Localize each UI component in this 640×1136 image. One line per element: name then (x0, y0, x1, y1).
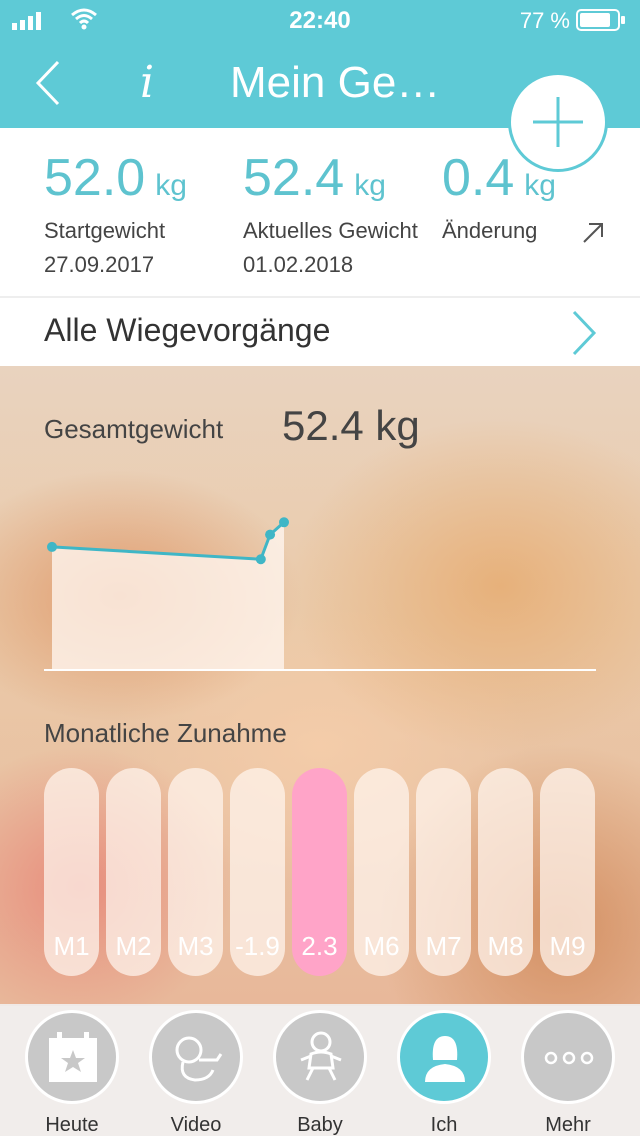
chart-area-fill (52, 522, 284, 670)
month-bar[interactable]: M6 (354, 768, 409, 976)
chart-point (279, 517, 289, 528)
current-weight-date: 01.02.2018 (243, 252, 354, 277)
month-bar-label: M9 (549, 931, 586, 961)
baby-icon (300, 1031, 342, 1081)
tab-heute[interactable]: Heute (24, 1010, 120, 1136)
month-bar-label: -1.9 (235, 931, 280, 961)
month-bar-label: M7 (425, 931, 462, 961)
month-bar-label: 2.3 (301, 931, 338, 961)
tab-heute-circle (25, 1010, 119, 1104)
calendar-icon (49, 1032, 97, 1082)
current-weight: 52.4 kg Aktuelles Gewicht 01.02.2018 (243, 148, 418, 278)
month-bar-label: M1 (53, 931, 90, 961)
tab-bar: Heute Video Baby Ich Mehr (0, 1004, 640, 1136)
weight-chart (44, 517, 596, 671)
tab-video-label: Video (170, 1114, 222, 1136)
start-weight-label: Startgewicht (44, 218, 166, 243)
month-bar[interactable]: M7 (416, 768, 471, 976)
monthly-bars: M1 M2 M3 -1.9 2.3 M6 M7 M8 M9 (44, 768, 596, 976)
month-bar[interactable]: M2 (106, 768, 161, 976)
start-weight-date: 27.09.2017 (44, 252, 155, 277)
month-bar-label: M8 (487, 931, 524, 961)
current-weight-unit: kg (354, 169, 386, 202)
status-bar: 22:40 77 % (0, 0, 640, 40)
tab-ich[interactable]: Ich (396, 1010, 492, 1136)
tab-video-circle (149, 1010, 243, 1104)
page-title: Mein Ge… (230, 58, 441, 107)
weight-change-unit: kg (524, 169, 556, 202)
weight-change-label: Änderung (442, 218, 538, 243)
month-bar-label: M6 (363, 931, 400, 961)
start-weight-value: 52.0 (44, 149, 146, 207)
month-bar[interactable]: M1 (44, 768, 99, 976)
tab-mehr-label: Mehr (545, 1114, 591, 1136)
person-icon (425, 1036, 465, 1082)
chart-point (255, 554, 266, 565)
add-weight-button[interactable] (508, 72, 608, 172)
start-weight: 52.0 kg Startgewicht 27.09.2017 (44, 148, 187, 278)
chevron-right-icon (572, 310, 597, 356)
month-bar[interactable]: -1.9 (230, 768, 285, 976)
chart-title: Gesamtgewicht (44, 414, 224, 444)
all-weighings-row[interactable]: Alle Wiegevorgänge (0, 298, 640, 366)
month-bar[interactable]: M9 (540, 768, 595, 976)
current-weight-value: 52.4 (243, 149, 345, 207)
tab-mehr-circle (521, 1010, 615, 1104)
month-bar[interactable]: 2.3 (292, 768, 347, 976)
plus-icon (533, 97, 583, 147)
more-icon (544, 1051, 594, 1065)
weight-change-value: 0.4 (442, 149, 515, 207)
chart-point (47, 541, 57, 552)
month-bar-label: M2 (115, 931, 152, 961)
all-weighings-label: Alle Wiegevorgänge (44, 312, 331, 348)
current-weight-label: Aktuelles Gewicht (243, 218, 418, 243)
trend-up-icon (583, 223, 603, 243)
monthly-title: Monatliche Zunahme (44, 718, 287, 748)
battery-percentage: 77 % (519, 8, 570, 33)
chart-current-value: 52.4 kg (282, 402, 420, 449)
tab-baby[interactable]: Baby (272, 1010, 368, 1136)
tab-heute-label: Heute (45, 1114, 99, 1136)
info-button[interactable]: i (132, 56, 162, 110)
month-bar[interactable]: M8 (478, 768, 533, 976)
start-weight-unit: kg (155, 169, 187, 202)
tab-baby-circle (273, 1010, 367, 1104)
battery-icon (576, 9, 625, 31)
tab-ich-circle (397, 1010, 491, 1104)
back-icon[interactable] (28, 56, 68, 110)
chart-point (265, 529, 276, 540)
tab-baby-label: Baby (297, 1114, 343, 1136)
tab-mehr[interactable]: Mehr (520, 1010, 616, 1136)
tab-ich-label: Ich (430, 1114, 458, 1136)
tab-video[interactable]: Video (148, 1010, 244, 1136)
fetus-icon (175, 1036, 223, 1082)
month-bar-label: M3 (177, 931, 214, 961)
month-bar[interactable]: M3 (168, 768, 223, 976)
